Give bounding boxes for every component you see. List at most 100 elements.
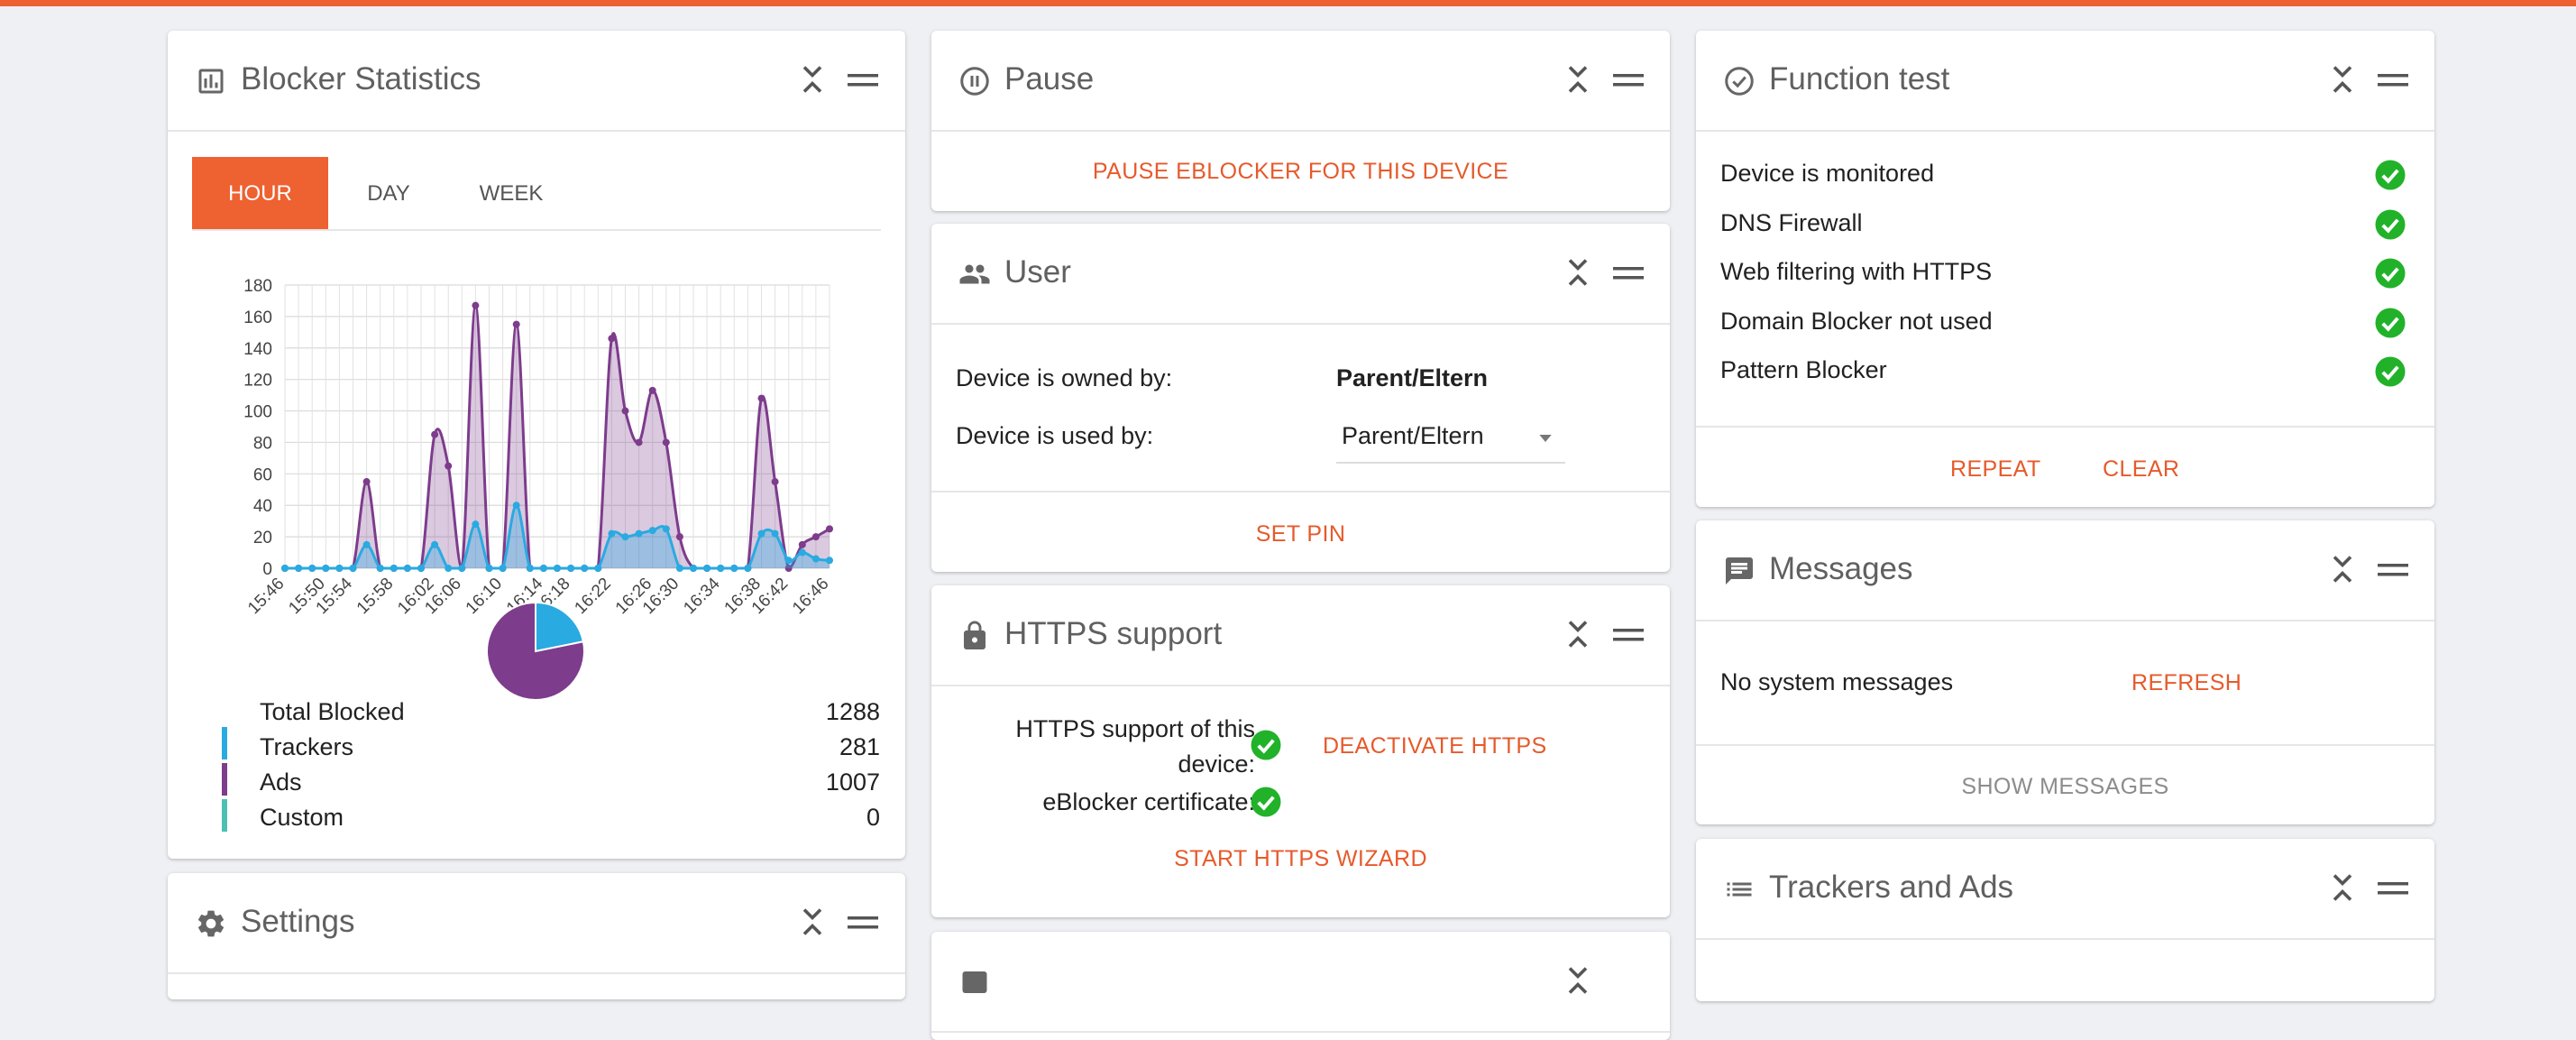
refresh-button[interactable]: REFRESH	[2131, 670, 2241, 696]
y-tick-label: 120	[243, 372, 272, 391]
trackers-point	[431, 540, 439, 548]
card-title: Function test	[1769, 61, 1950, 97]
certificate-label: eBlocker certificate:	[1042, 788, 1255, 815]
ads-point	[608, 335, 616, 343]
collapse-icon[interactable]	[1564, 964, 1591, 997]
legend-label: Ads	[260, 768, 302, 796]
drag-handle-icon[interactable]	[1613, 267, 1644, 280]
tab-hour[interactable]: HOUR	[192, 157, 328, 231]
trackers-point	[744, 565, 752, 572]
drag-handle-icon[interactable]	[848, 74, 878, 87]
repeat-button[interactable]: REPEAT	[1950, 456, 2041, 483]
trackers-point	[581, 565, 589, 572]
legend-value: 1288	[825, 698, 880, 725]
dropdown-arrow-icon	[1539, 435, 1552, 442]
trackers-point	[826, 557, 833, 565]
collapse-icon[interactable]	[1564, 63, 1591, 96]
y-tick-label: 140	[243, 340, 272, 359]
card-title: Trackers and Ads	[1769, 870, 2014, 905]
card-title: Blocker Statistics	[241, 61, 481, 97]
clear-button[interactable]: CLEAR	[2103, 456, 2179, 483]
card-title: Messages	[1769, 551, 1913, 586]
collapse-icon[interactable]	[2329, 871, 2356, 904]
test-item: Pattern Blocker	[1720, 356, 1887, 383]
used-by-select[interactable]: Parent/Eltern	[1336, 411, 1565, 464]
trackers-point	[675, 565, 683, 572]
settings-header: Settings	[168, 873, 905, 974]
tab-label: HOUR	[228, 181, 292, 206]
drag-handle-icon[interactable]	[1613, 74, 1644, 87]
trackers-point	[608, 529, 616, 538]
pause-card: Pause PAUSE EBLOCKER FOR THIS DEVICE	[931, 31, 1670, 211]
tab-week[interactable]: WEEK	[451, 157, 572, 231]
trackers-point	[621, 533, 629, 541]
test-item: Device is monitored	[1720, 160, 1935, 187]
trackers-point	[798, 548, 806, 557]
used-by-label: Device is used by:	[956, 422, 1154, 449]
pause-eblocker-button[interactable]: PAUSE EBLOCKER FOR THIS DEVICE	[931, 159, 1670, 185]
show-messages-button[interactable]: SHOW MESSAGES	[1696, 774, 2434, 800]
settings-card: Settings	[168, 873, 905, 999]
collapse-icon[interactable]	[2329, 553, 2356, 585]
user-card: User Device is owned by: Parent/Eltern D…	[931, 224, 1670, 572]
set-pin-button[interactable]: SET PIN	[931, 521, 1670, 548]
drag-handle-icon[interactable]	[1613, 629, 1644, 641]
drag-handle-icon[interactable]	[2378, 882, 2408, 895]
ads-point	[621, 407, 629, 415]
drag-handle-icon[interactable]	[848, 916, 878, 929]
collapse-icon[interactable]	[799, 63, 826, 96]
trackers-point	[335, 565, 344, 572]
y-tick-label: 0	[262, 560, 272, 579]
trackers-point	[730, 565, 738, 572]
partial-card-header	[931, 932, 1670, 1033]
ads-point	[362, 478, 371, 486]
collapse-icon[interactable]	[1564, 256, 1591, 289]
tab-label: DAY	[367, 181, 410, 206]
https-support-card: HTTPS support HTTPS support of this devi…	[931, 585, 1670, 917]
trackers-point	[376, 565, 384, 572]
legend-label: Custom	[260, 804, 344, 831]
lock-icon	[964, 621, 985, 649]
ads-point	[445, 462, 453, 470]
y-tick-label: 20	[253, 529, 272, 548]
trackers-point	[703, 565, 711, 572]
https-support-label-line1: HTTPS support of this	[1015, 715, 1255, 742]
collapse-icon[interactable]	[799, 906, 826, 938]
collapse-icon[interactable]	[1564, 618, 1591, 650]
ads-legend-bar	[222, 763, 227, 796]
trackers-ads-card: Trackers and Ads	[1696, 839, 2434, 1001]
legend-total: Total Blocked 1288	[260, 698, 880, 731]
card-title: HTTPS support	[1004, 616, 1223, 651]
trackers-ads-header: Trackers and Ads	[1696, 839, 2434, 940]
trackers-point	[526, 565, 534, 572]
check-circle-icon	[2375, 258, 2406, 289]
deactivate-https-button[interactable]: DEACTIVATE HTTPS	[1323, 733, 1547, 759]
start-https-wizard-button[interactable]: START HTTPS WIZARD	[931, 846, 1670, 872]
trackers-point	[648, 527, 656, 535]
trackers-point	[811, 555, 820, 563]
check-circle-icon	[2375, 356, 2406, 387]
trackers-point	[390, 565, 398, 572]
messages-divider	[1696, 744, 2434, 746]
y-tick-label: 40	[253, 497, 272, 516]
function-test-header: Function test	[1696, 31, 2434, 132]
user-header: User	[931, 224, 1670, 325]
ads-point	[662, 438, 670, 446]
collapse-icon[interactable]	[2329, 63, 2356, 96]
people-icon	[959, 264, 990, 284]
legend-custom: Custom 0	[260, 804, 880, 836]
trackers-point	[472, 520, 480, 529]
x-tick-label: 15:58	[353, 575, 397, 615]
tab-day[interactable]: DAY	[330, 157, 447, 231]
ads-point	[811, 533, 820, 541]
y-tick-label: 60	[253, 465, 272, 484]
trackers-point	[308, 565, 316, 572]
card-title: Settings	[241, 904, 355, 939]
drag-handle-icon[interactable]	[2378, 564, 2408, 576]
ads-point	[798, 540, 806, 548]
https-support-label-line2: device:	[1178, 750, 1255, 778]
drag-handle-icon[interactable]	[2378, 74, 2408, 87]
no-messages-text: No system messages	[1720, 668, 1954, 695]
messages-header: Messages	[1696, 520, 2434, 621]
trackers-point	[458, 565, 466, 572]
